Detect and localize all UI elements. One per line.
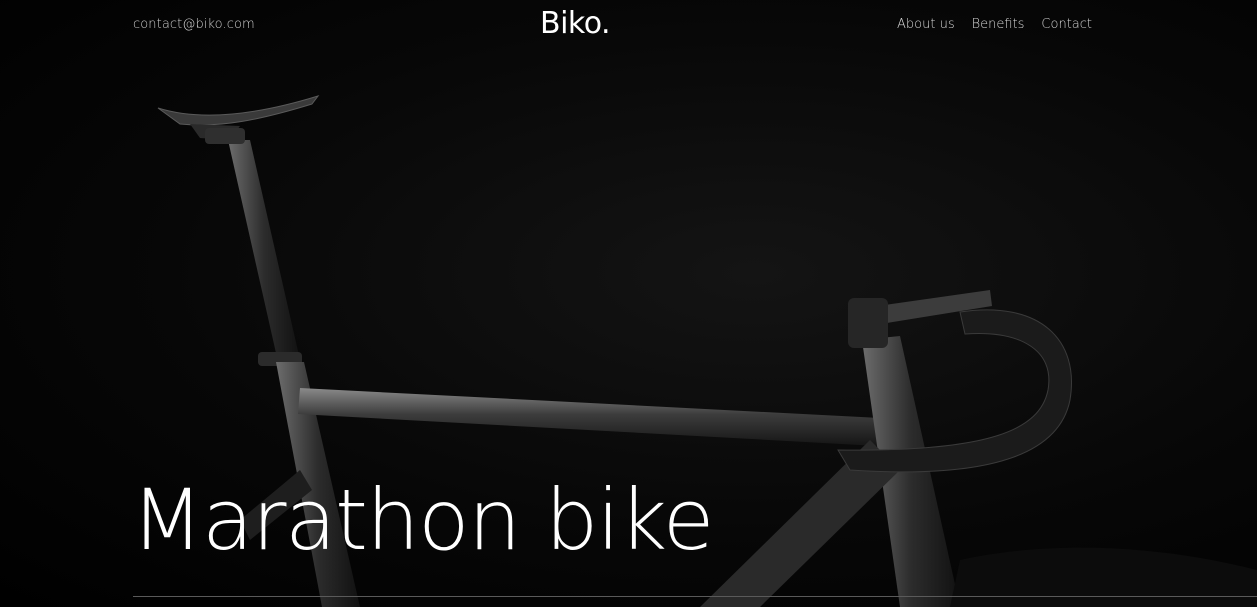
main-nav: About us Benefits Contact — [897, 17, 1092, 32]
contact-email-link[interactable]: contact@biko.com — [133, 17, 255, 32]
nav-link-about-us[interactable]: About us — [897, 17, 955, 32]
hero-headline: Marathon bike — [131, 471, 714, 569]
site-logo[interactable]: Biko. — [540, 6, 611, 41]
site-header: contact@biko.com Biko. About us Benefits… — [0, 0, 1257, 50]
nav-link-contact[interactable]: Contact — [1041, 17, 1092, 32]
nav-link-benefits[interactable]: Benefits — [972, 17, 1025, 32]
hero-divider — [133, 596, 1257, 597]
